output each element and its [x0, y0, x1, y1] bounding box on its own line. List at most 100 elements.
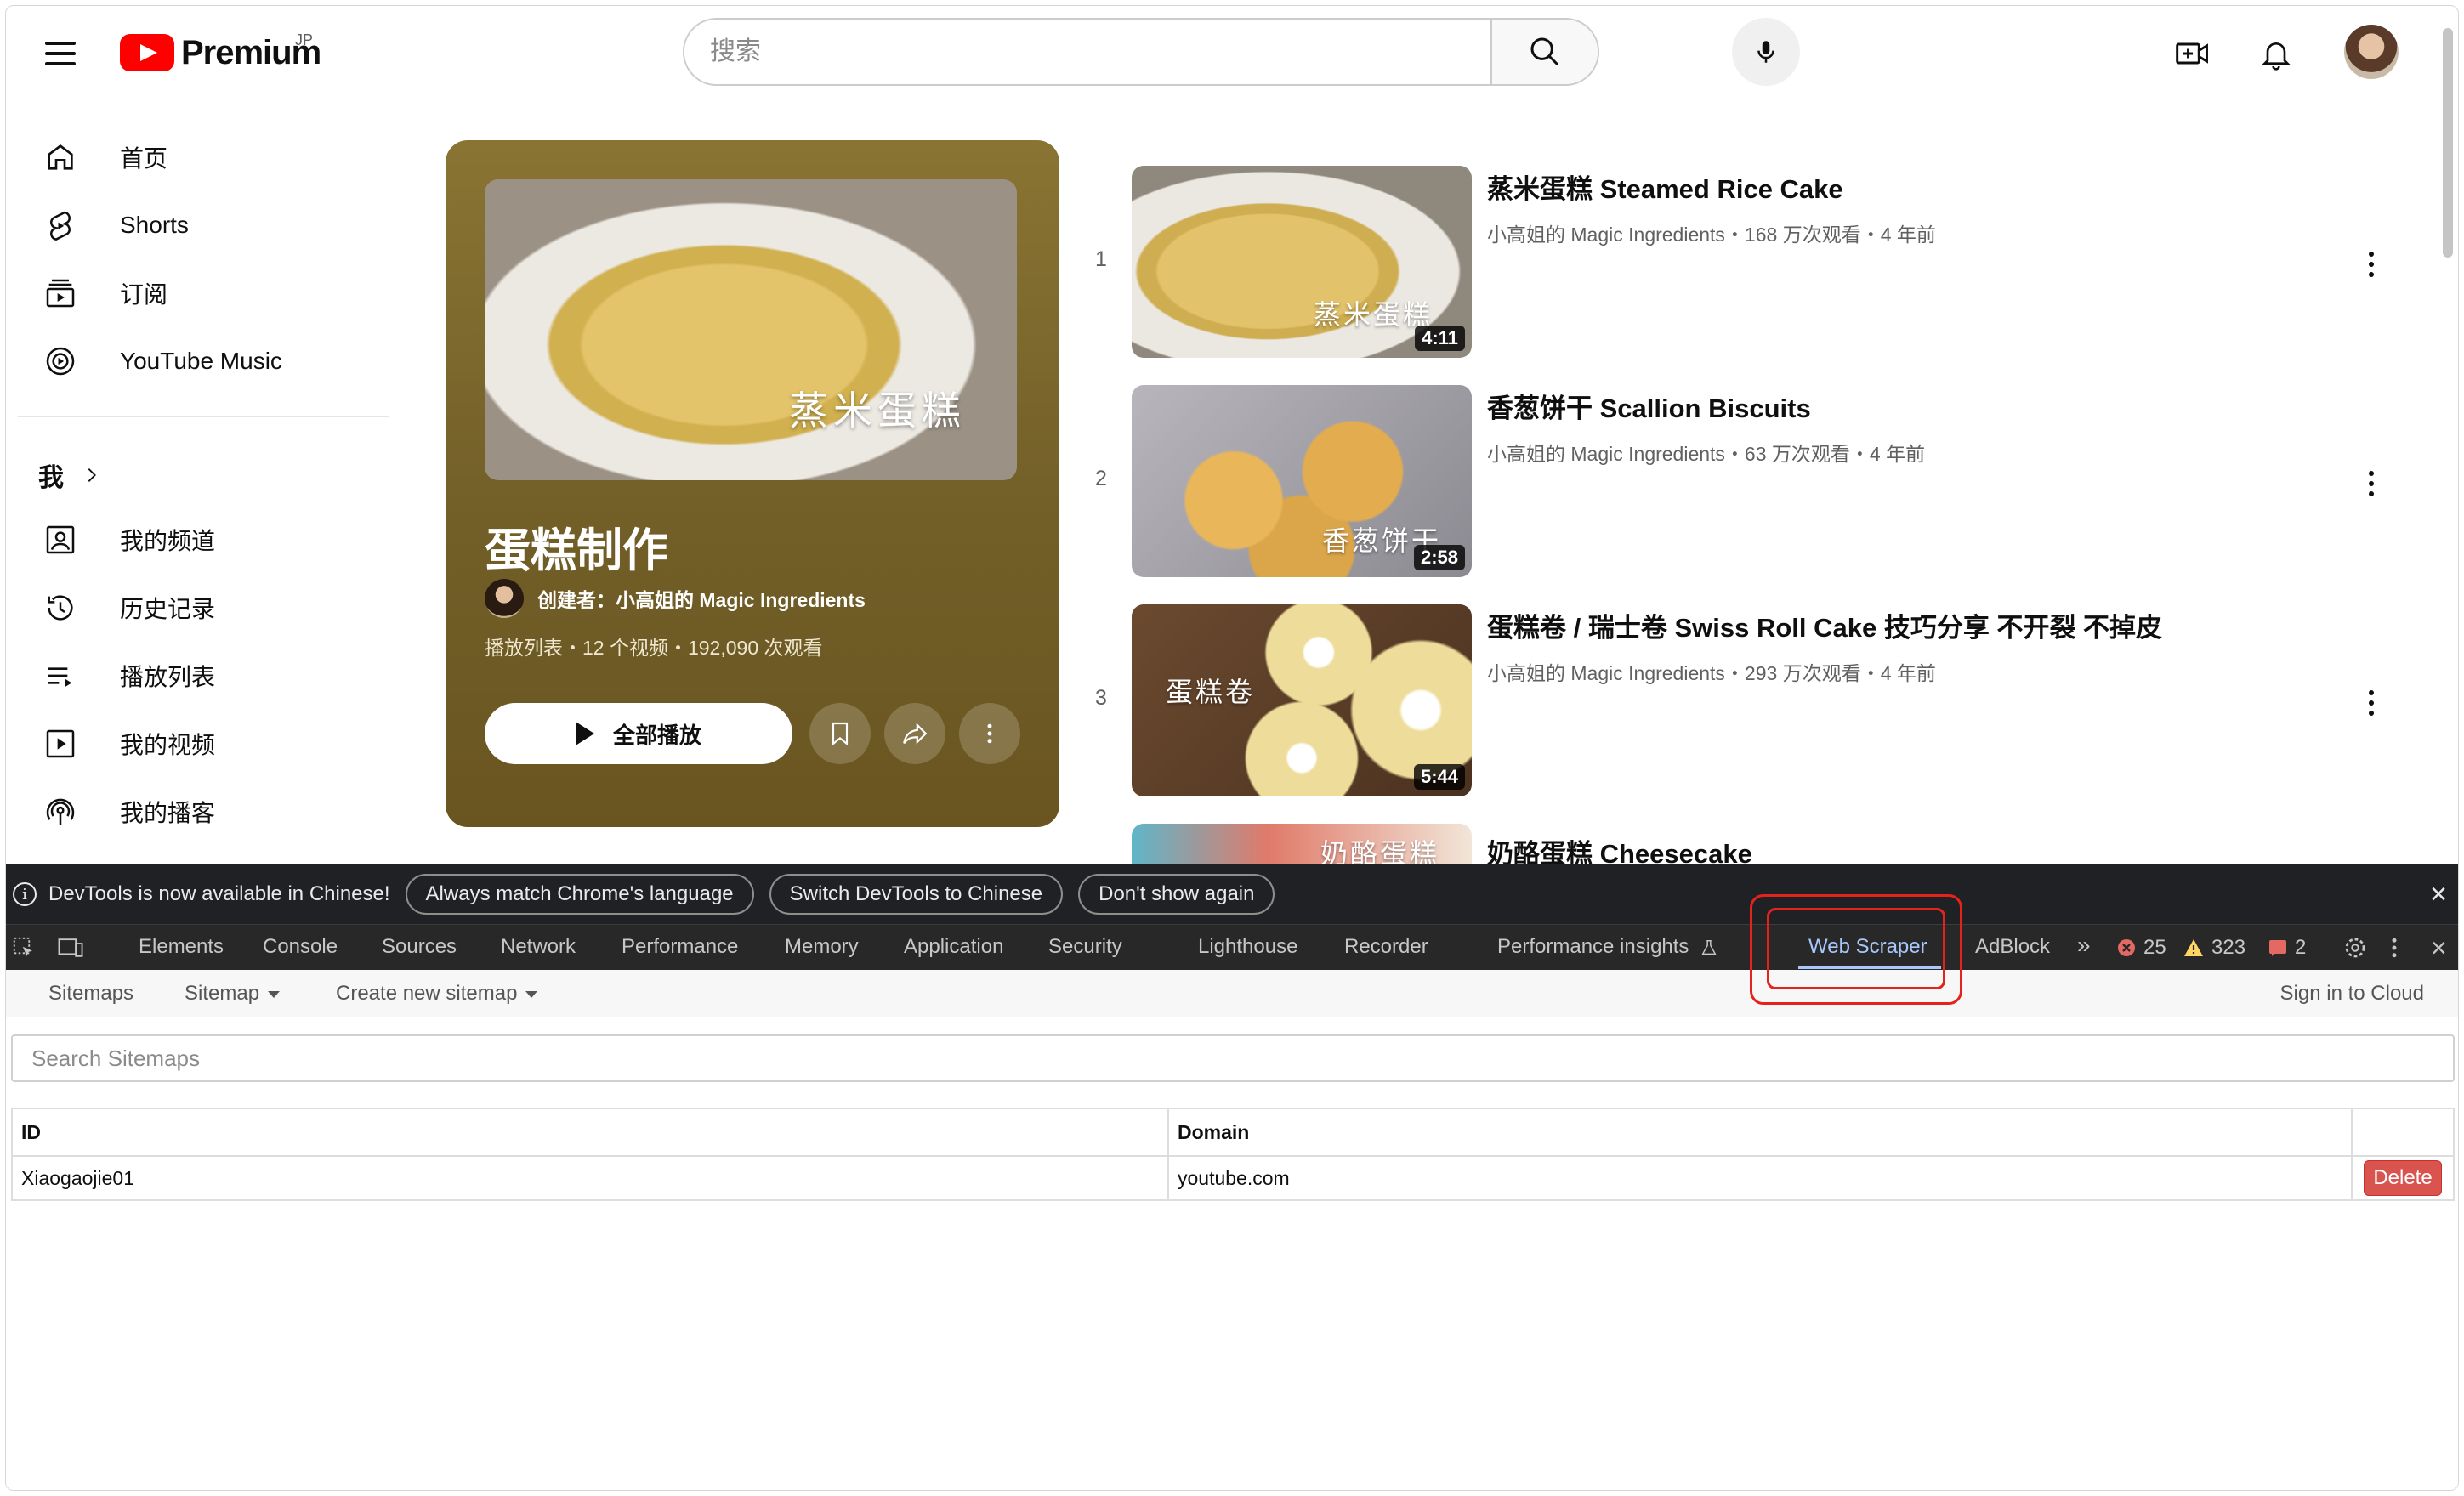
create-video-icon[interactable] — [2174, 35, 2211, 72]
tab-sources[interactable]: Sources — [382, 935, 457, 959]
sidebar-item-your-channel[interactable]: 我的频道 — [23, 509, 380, 570]
tab-console[interactable]: Console — [263, 935, 338, 959]
video-more-icon[interactable] — [2354, 686, 2388, 720]
video-title[interactable]: 奶酪蛋糕 Cheesecake — [1487, 832, 1752, 864]
youtube-premium-logo[interactable]: Premium JP — [120, 31, 321, 74]
playlist-video-item[interactable]: 2 香葱饼干 2:58 香葱饼干 Scallion Biscuits 小高姐的 … — [1086, 385, 2412, 579]
play-all-button[interactable]: 全部播放 — [485, 703, 792, 764]
video-duration: 4:11 — [1415, 326, 1465, 351]
warning-icon — [2184, 939, 2203, 956]
tab-lighthouse[interactable]: Lighthouse — [1198, 935, 1297, 959]
notifications-bell-icon[interactable] — [2257, 35, 2295, 72]
sign-in-cloud-link[interactable]: Sign in to Cloud — [2280, 982, 2424, 1006]
device-toolbar-icon[interactable] — [57, 933, 84, 962]
voice-search-button[interactable] — [1732, 18, 1800, 86]
close-icon[interactable]: × — [2424, 880, 2453, 909]
column-header-id: ID — [11, 1108, 1169, 1157]
close-devtools-icon[interactable]: × — [2431, 932, 2447, 963]
playlist-video-item[interactable]: 3 蛋糕卷 5:44 蛋糕卷 / 瑞士卷 Swiss Roll Cake 技巧分… — [1086, 604, 2412, 798]
tab-memory[interactable]: Memory — [785, 935, 859, 959]
sidebar-item-your-videos[interactable]: 我的视频 — [23, 713, 380, 774]
page-scrollbar[interactable] — [2443, 28, 2453, 258]
chevron-right-icon — [88, 468, 96, 482]
table-row[interactable]: Xiaogaojie01 youtube.com Delete — [11, 1155, 2455, 1201]
sidebar-item-shorts[interactable]: Shorts — [23, 195, 380, 256]
search-button[interactable] — [1490, 20, 1598, 84]
tab-recorder[interactable]: Recorder — [1344, 935, 1428, 959]
home-icon — [40, 137, 81, 178]
sidebar-item-label: 我的频道 — [120, 528, 216, 554]
playlist-video-item[interactable]: 1 蒸米蛋糕 4:11 蒸米蛋糕 Steamed Rice Cake 小高姐的 … — [1086, 166, 2412, 360]
issues-count: 2 — [2295, 936, 2307, 959]
sidebar-item-playlists[interactable]: 播放列表 — [23, 645, 380, 706]
sidebar-me-section[interactable]: 我 — [38, 456, 101, 494]
sidebar-item-youtube-music[interactable]: YouTube Music — [23, 331, 380, 392]
warnings-counter[interactable]: 323 — [2183, 933, 2245, 962]
match-language-button[interactable]: Always match Chrome's language — [405, 874, 754, 915]
inspect-element-icon[interactable] — [11, 933, 37, 962]
dont-show-again-button[interactable]: Don't show again — [1078, 874, 1275, 915]
playlists-icon — [40, 655, 81, 696]
tab-web-scraper[interactable]: Web Scraper — [1808, 935, 1927, 959]
tab-elements[interactable]: Elements — [139, 935, 224, 959]
sitemap-dropdown[interactable]: Sitemap — [185, 982, 281, 1006]
playlist-thumbnail-caption: 蒸米蛋糕 — [789, 388, 966, 434]
video-title[interactable]: 蛋糕卷 / 瑞士卷 Swiss Roll Cake 技巧分享 不开裂 不掉皮 — [1487, 606, 2162, 644]
flask-icon — [1701, 939, 1717, 955]
creator-label: 创建者：小高姐的 Magic Ingredients — [537, 589, 866, 611]
tab-security[interactable]: Security — [1048, 935, 1122, 959]
video-more-icon[interactable] — [2354, 467, 2388, 501]
video-thumbnail[interactable]: 香葱饼干 2:58 — [1132, 385, 1472, 577]
sitemaps-link[interactable]: Sitemaps — [48, 982, 133, 1006]
tab-network[interactable]: Network — [501, 935, 576, 959]
sidebar-item-label: YouTube Music — [120, 348, 282, 374]
sidebar-item-subscriptions[interactable]: 订阅 — [23, 263, 380, 324]
video-thumbnail[interactable]: 蒸米蛋糕 4:11 — [1132, 166, 1472, 358]
devtools-panel: i DevTools is now available in Chinese! … — [6, 864, 2458, 1490]
search-sitemaps-input[interactable] — [11, 1034, 2455, 1082]
sidebar-item-label: 历史记录 — [120, 596, 216, 622]
more-tabs-chevron-icon[interactable]: » — [2077, 932, 2091, 959]
delete-sitemap-button[interactable]: Delete — [2364, 1160, 2442, 1196]
sidebar-item-home[interactable]: 首页 — [23, 127, 380, 188]
issues-counter[interactable]: 2 — [2268, 933, 2306, 962]
settings-gear-icon[interactable] — [2342, 933, 2368, 962]
video-thumbnail[interactable]: 蛋糕卷 5:44 — [1132, 604, 1472, 796]
search-input[interactable] — [684, 20, 1490, 84]
save-playlist-button[interactable] — [809, 703, 871, 764]
video-title[interactable]: 香葱饼干 Scallion Biscuits — [1487, 387, 1811, 425]
video-more-icon[interactable] — [2354, 247, 2388, 281]
playlist-creator[interactable]: 创建者：小高姐的 Magic Ingredients — [485, 579, 866, 618]
playlist-video-item[interactable]: 奶酪蛋糕 奶酪蛋糕 Cheesecake — [1086, 824, 2412, 864]
share-button[interactable] — [884, 703, 945, 764]
actions-cell: Delete — [2351, 1155, 2455, 1201]
history-icon — [40, 587, 81, 628]
video-title[interactable]: 蒸米蛋糕 Steamed Rice Cake — [1487, 167, 1843, 206]
create-sitemap-label: Create new sitemap — [336, 982, 518, 1005]
errors-counter[interactable]: 25 — [2116, 933, 2166, 962]
caret-down-icon — [525, 990, 538, 998]
search-box — [683, 18, 1599, 86]
playlist-header-card: 蒸米蛋糕 蛋糕制作 创建者：小高姐的 Magic Ingredients 播放列… — [446, 140, 1059, 827]
sidebar-item-podcasts[interactable]: 我的播客 — [23, 781, 380, 842]
menu-icon[interactable] — [42, 35, 79, 72]
devtools-tab-bar: Elements Console Sources Network Perform… — [6, 924, 2458, 970]
playlist-more-button[interactable] — [959, 703, 1020, 764]
playlist-thumbnail[interactable]: 蒸米蛋糕 — [485, 179, 1017, 480]
video-thumbnail[interactable]: 奶酪蛋糕 — [1132, 824, 1472, 864]
tab-application[interactable]: Application — [904, 935, 1003, 959]
table-header-row: ID Domain — [11, 1108, 2455, 1157]
sidebar-item-history[interactable]: 历史记录 — [23, 577, 380, 638]
video-index: 1 — [1095, 247, 1107, 271]
tab-adblock[interactable]: AdBlock — [1975, 935, 2050, 959]
video-thumbnail-caption: 蛋糕卷 — [1166, 676, 1256, 708]
tab-performance-insights[interactable]: Performance insights — [1497, 935, 1718, 959]
issue-flag-icon — [2269, 940, 2286, 956]
video-meta: 小高姐的 Magic Ingredients・168 万次观看・4 年前 — [1487, 224, 1936, 246]
switch-to-chinese-button[interactable]: Switch DevTools to Chinese — [769, 874, 1064, 915]
account-avatar[interactable] — [2344, 25, 2399, 79]
sitemap-id-cell[interactable]: Xiaogaojie01 — [11, 1155, 1169, 1201]
create-sitemap-dropdown[interactable]: Create new sitemap — [336, 982, 538, 1006]
tab-performance[interactable]: Performance — [622, 935, 738, 959]
devtools-menu-icon[interactable] — [2390, 933, 2399, 962]
